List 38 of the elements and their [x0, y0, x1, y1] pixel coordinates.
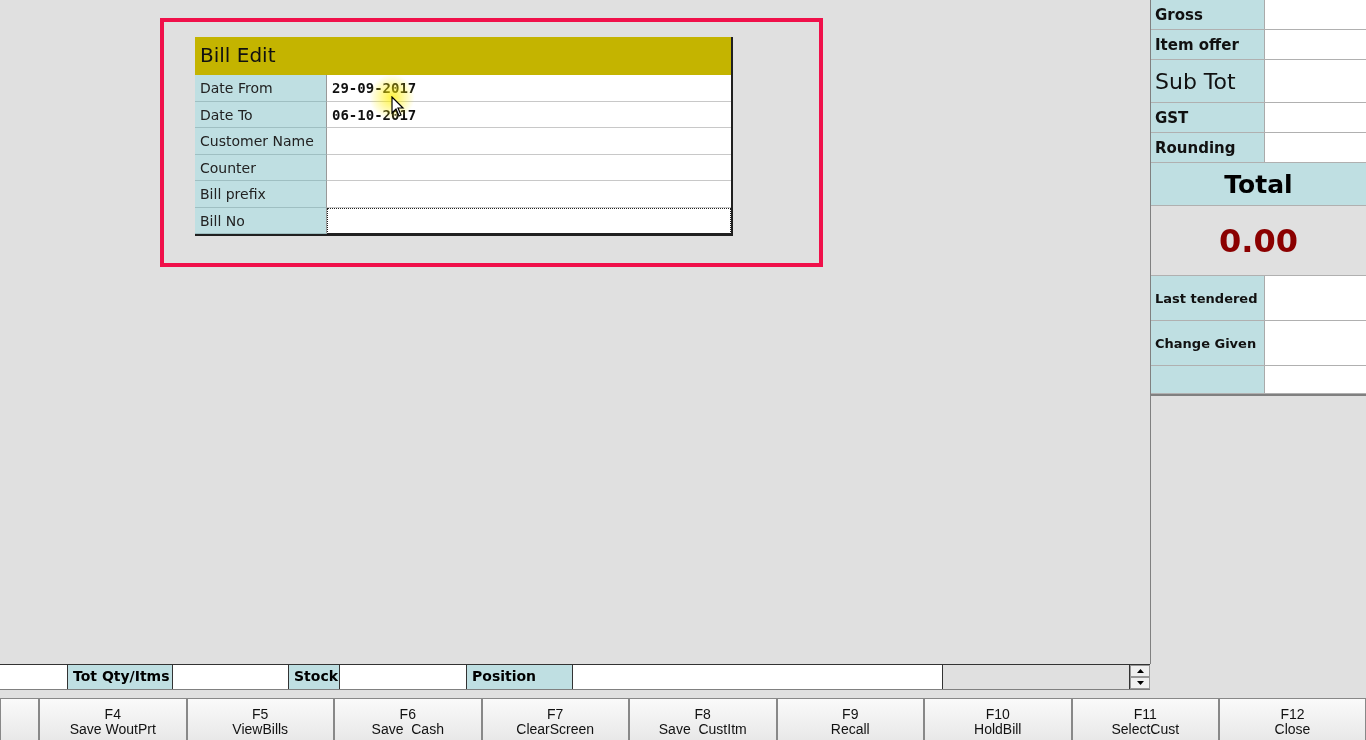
- input-field[interactable]: [327, 207, 731, 234]
- function-key-button[interactable]: F9 Recall: [776, 698, 924, 740]
- spin-down-button[interactable]: [1130, 677, 1150, 689]
- function-key-button[interactable]: F11 SelectCust: [1071, 698, 1219, 740]
- panel-title: Bill Edit: [195, 37, 731, 75]
- summary-label: Last tendered: [1151, 276, 1264, 320]
- function-key-button[interactable]: F8 Save CustItm: [629, 698, 777, 740]
- function-key-button[interactable]: F7 ClearScreen: [481, 698, 629, 740]
- status-field[interactable]: [0, 665, 68, 689]
- function-key-button[interactable]: F4 Save WoutPrt: [39, 698, 187, 740]
- field-label: Bill prefix: [195, 181, 327, 208]
- function-key-button[interactable]: F5 ViewBills: [186, 698, 334, 740]
- total-heading: Total: [1151, 163, 1366, 206]
- field-label: Counter: [195, 154, 327, 181]
- status-label: Tot Qty/Itms: [68, 665, 173, 689]
- summary-label: GST: [1151, 103, 1264, 132]
- function-key-button[interactable]: F6 Save Cash: [334, 698, 482, 740]
- input-field[interactable]: 29-09-2017: [327, 75, 731, 102]
- function-key-button[interactable]: F12 Close: [1219, 698, 1366, 740]
- status-field[interactable]: [573, 665, 943, 689]
- summary-label: Gross: [1151, 0, 1264, 29]
- field-label: Date From: [195, 75, 327, 102]
- status-label: Stock: [289, 665, 340, 689]
- summary-label: Sub Tot: [1151, 60, 1264, 102]
- summary-label: Rounding: [1151, 133, 1264, 162]
- down-arrow-icon: [1136, 681, 1144, 685]
- status-field[interactable]: [173, 665, 289, 689]
- summary-label: Item offer: [1151, 30, 1264, 59]
- spin-up-button[interactable]: [1130, 665, 1150, 677]
- summary-label: Change Given: [1151, 321, 1264, 365]
- field-label: Customer Name: [195, 128, 327, 155]
- function-key-button[interactable]: [0, 698, 39, 740]
- field-label: Date To: [195, 101, 327, 128]
- field-label: Bill No: [195, 207, 327, 234]
- function-key-button[interactable]: F10 HoldBill: [924, 698, 1072, 740]
- status-label: Position: [467, 665, 573, 689]
- up-arrow-icon: [1136, 669, 1144, 673]
- status-field[interactable]: [340, 665, 467, 689]
